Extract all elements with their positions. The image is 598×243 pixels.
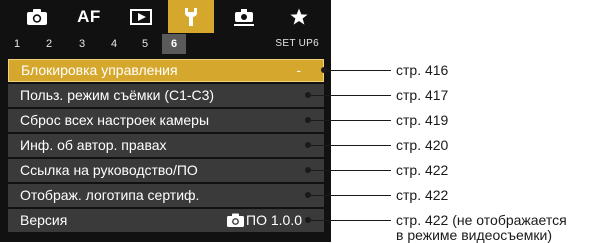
menu-item-control-lock[interactable]: Блокировка управления -: [8, 59, 324, 82]
subtab-1[interactable]: 1: [8, 34, 26, 54]
camera-icon: [227, 213, 245, 227]
firmware-version-value: ПО 1.0.0: [246, 212, 302, 228]
menu-item-manual-software-link[interactable]: Ссылка на руководство/ПО: [8, 159, 324, 182]
callout-line: [308, 95, 391, 96]
callout-line: [308, 120, 391, 121]
menu-item-copyright-info[interactable]: Инф. об автор. правах: [8, 134, 324, 157]
page-reference-note: в режиме видеосъемки): [396, 227, 552, 243]
wrench-icon: [185, 7, 197, 26]
menu-item-custom-shooting-mode[interactable]: Польз. режим съёмки (C1-C3): [8, 84, 324, 107]
callout-line: [308, 170, 391, 171]
camera-menu-screen: AF 1 2 3 4 5 6 SET UP6 Блокировка управл…: [0, 0, 331, 242]
tab-my-menu[interactable]: [276, 0, 322, 33]
menu-item-label: Версия: [20, 212, 68, 228]
callout-line: [324, 70, 391, 71]
setup-page-indicator: SET UP6: [275, 38, 319, 49]
subtab-6[interactable]: 6: [162, 34, 186, 54]
subtab-5[interactable]: 5: [136, 34, 154, 54]
menu-item-reset-camera[interactable]: Сброс всех настроек камеры: [8, 109, 324, 132]
tab-af-label: AF: [77, 6, 101, 26]
menu-item-label: Сброс всех настроек камеры: [20, 112, 210, 128]
subtab-4[interactable]: 4: [105, 34, 123, 54]
page-reference: стр. 420: [396, 137, 449, 153]
callout-line: [308, 195, 391, 196]
callout-line: [308, 220, 391, 221]
tab-shooting[interactable]: [14, 0, 60, 33]
custom-functions-icon: [234, 8, 254, 26]
playback-icon: [130, 8, 152, 25]
menu-item-value: -: [296, 62, 301, 78]
tab-playback[interactable]: [118, 0, 164, 33]
menu-item-label: Блокировка управления: [21, 62, 178, 78]
page-reference: стр. 416: [396, 62, 449, 78]
menu-tab-bar: AF: [0, 0, 331, 33]
page-reference: стр. 422 (не отображается: [396, 212, 567, 228]
page-reference: стр. 422: [396, 162, 449, 178]
camera-icon: [27, 8, 47, 25]
sub-tab-bar: 1 2 3 4 5 6 SET UP6: [0, 34, 331, 54]
tab-af[interactable]: AF: [66, 0, 112, 33]
menu-item-label: Польз. режим съёмки (C1-C3): [20, 87, 215, 103]
menu-item-label: Отображ. логотипа сертиф.: [20, 187, 200, 203]
subtab-3[interactable]: 3: [73, 34, 91, 54]
menu-item-value: ПО 1.0.0: [227, 209, 302, 232]
menu-item-firmware-version[interactable]: Версия ПО 1.0.0: [8, 209, 324, 232]
page-reference: стр. 419: [396, 112, 449, 128]
subtab-2[interactable]: 2: [40, 34, 58, 54]
tab-setup[interactable]: [168, 0, 214, 33]
tab-custom-functions[interactable]: [218, 0, 270, 33]
page-reference: стр. 417: [396, 87, 449, 103]
menu-item-label: Инф. об автор. правах: [20, 137, 167, 153]
menu-item-certification-logo[interactable]: Отображ. логотипа сертиф.: [8, 184, 324, 207]
menu-item-label: Ссылка на руководство/ПО: [20, 162, 198, 178]
star-icon: [290, 8, 308, 25]
callout-line: [308, 145, 391, 146]
page-reference: стр. 422: [396, 187, 449, 203]
